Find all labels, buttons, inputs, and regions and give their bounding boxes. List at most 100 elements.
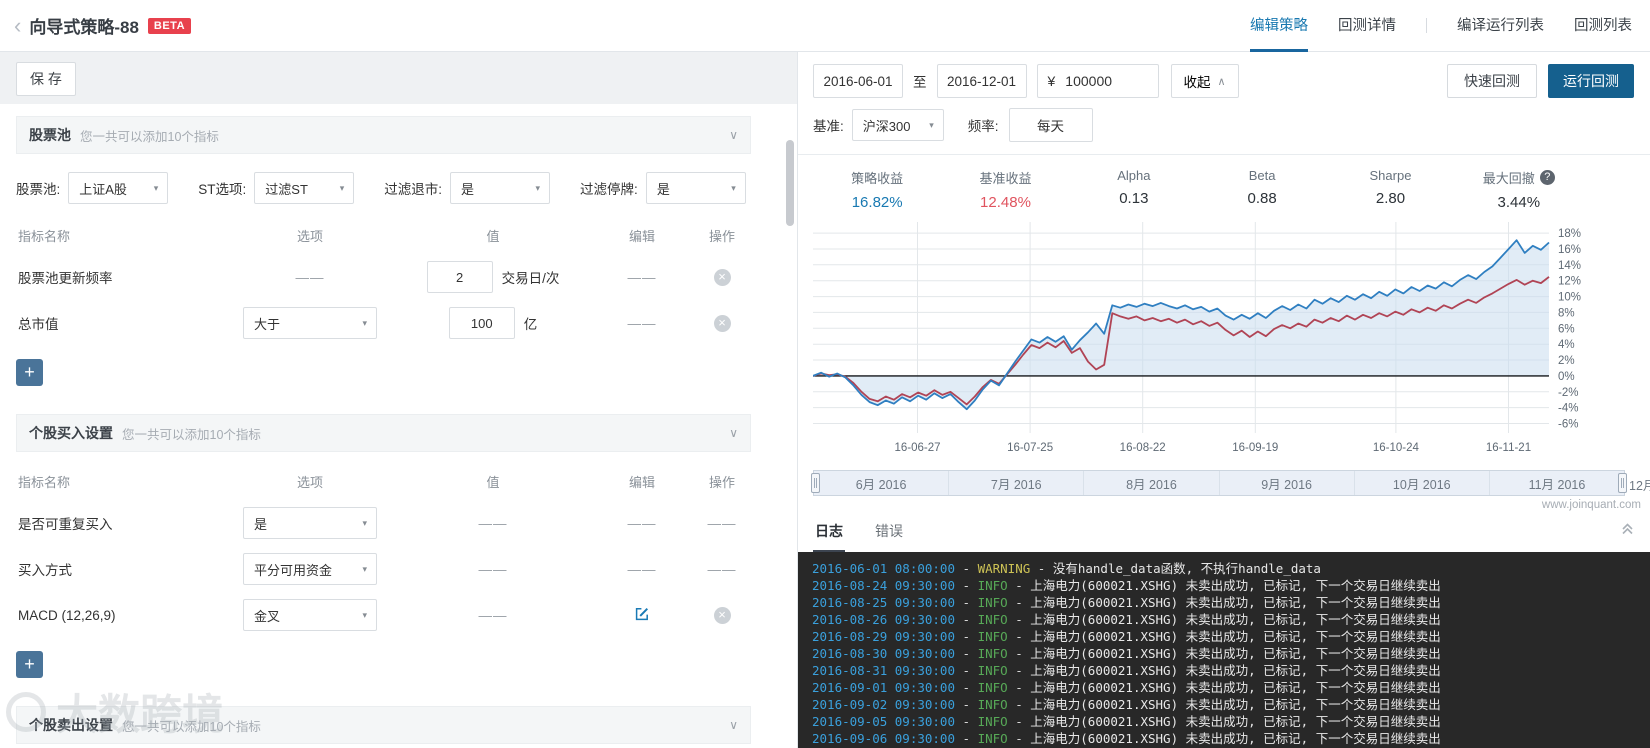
chevron-down-icon[interactable]: ∨ bbox=[729, 128, 738, 142]
log-separator: - bbox=[1007, 595, 1031, 610]
filter-select-1[interactable]: 上证A股 ▾ bbox=[68, 172, 169, 204]
collapse-label: 收起 bbox=[1183, 75, 1211, 90]
tab-1[interactable]: 编辑策略 bbox=[1250, 0, 1308, 52]
dash-text: —— bbox=[627, 269, 657, 285]
option-select[interactable]: 金叉 ▾ bbox=[243, 599, 377, 631]
metric-label: Beta bbox=[1248, 168, 1276, 183]
benchmark-value: 沪深300 bbox=[862, 118, 911, 134]
table-header-cell: 选项 bbox=[296, 229, 323, 244]
navigator-right-handle[interactable] bbox=[1618, 473, 1627, 493]
log-line: 2016-08-25 09:30:00 - INFO - 上海电力(600021… bbox=[812, 594, 1650, 611]
run-backtest-button[interactable]: 运行回测 bbox=[1548, 64, 1634, 98]
filter-select-3[interactable]: 是 ▾ bbox=[450, 172, 551, 204]
log-level: INFO bbox=[977, 612, 1008, 627]
navigator-month-2[interactable]: 7月 2016 bbox=[949, 471, 1085, 495]
tab-3[interactable]: 编译运行列表 bbox=[1457, 0, 1544, 52]
log-separator: - bbox=[1007, 646, 1031, 661]
svg-text:14%: 14% bbox=[1558, 260, 1581, 272]
filter-group-4: 过滤停牌: 是 ▾ bbox=[580, 172, 746, 204]
value-input[interactable] bbox=[426, 261, 493, 293]
option-select-value: 平分可用资金 bbox=[254, 562, 333, 578]
tab-4[interactable]: 回测列表 bbox=[1574, 0, 1632, 52]
benchmark-select[interactable]: 沪深300 ▾ bbox=[851, 109, 944, 141]
quick-backtest-button[interactable]: 快速回测 bbox=[1447, 64, 1537, 98]
filter-group-2: ST选项: 过滤ST ▾ bbox=[198, 172, 355, 204]
chart-area: 16-06-27 16-07-25 16-08-22 16-09-19 16-10-24… bbox=[812, 217, 1650, 464]
svg-text:10%: 10% bbox=[1558, 292, 1581, 304]
option-select[interactable]: 大于 ▾ bbox=[243, 307, 377, 339]
left-toolbar: 保 存 bbox=[0, 52, 797, 104]
remove-icon[interactable]: × bbox=[713, 268, 731, 286]
left-panel-scrollbar[interactable] bbox=[786, 140, 794, 226]
tabs-divider bbox=[1426, 18, 1427, 33]
main-layout: 保 存 股票池 您一共可以添加10个指标 ∨ 股票池: 上证A股 ▾ ST选项: 过滤S… bbox=[0, 52, 1650, 748]
option-select[interactable]: 平分可用资金 ▾ bbox=[243, 553, 377, 585]
navigator-month-3[interactable]: 8月 2016 bbox=[1084, 471, 1220, 495]
section-title: 个股买入设置 bbox=[29, 425, 113, 441]
log-message: 上海电力(600021.XSHG) 未卖出成功, 已标记, 下一个交易日继续卖出 bbox=[1030, 731, 1441, 746]
chevron-down-icon[interactable]: ∨ bbox=[729, 718, 738, 732]
remove-icon[interactable]: × bbox=[713, 314, 731, 332]
svg-text:16-09-19: 16-09-19 bbox=[1232, 442, 1278, 454]
filter-select-4[interactable]: 是 ▾ bbox=[645, 172, 746, 204]
tab-2[interactable]: 回测详情 bbox=[1338, 0, 1396, 52]
filter-select-2[interactable]: 过滤ST ▾ bbox=[254, 172, 355, 204]
svg-text:16-11-21: 16-11-21 bbox=[1486, 442, 1531, 454]
frequency-field[interactable]: 每天 bbox=[1008, 108, 1093, 142]
filter-label: 过滤退市: bbox=[384, 182, 443, 197]
initial-capital-input[interactable]: ¥ 100000 bbox=[1036, 64, 1159, 98]
table-header-cell: 值 bbox=[486, 475, 500, 490]
add-indicator-button[interactable]: + bbox=[16, 359, 43, 386]
log-terminal[interactable]: 2016-06-01 08:00:00 - WARNING - 没有handle… bbox=[798, 552, 1650, 748]
collapse-button[interactable]: 收起 ∧ bbox=[1170, 64, 1239, 98]
log-tab-1[interactable]: 日志 bbox=[813, 517, 845, 552]
indicator-name: 买入方式 bbox=[18, 563, 72, 578]
svg-text:16%: 16% bbox=[1558, 244, 1581, 256]
log-line: 2016-09-06 09:30:00 - INFO - 上海电力(600021… bbox=[812, 730, 1650, 747]
end-date-input[interactable] bbox=[936, 64, 1027, 98]
log-separator: - bbox=[955, 663, 978, 678]
caret-down-icon: ▾ bbox=[339, 182, 345, 193]
capital-value: 100000 bbox=[1065, 73, 1113, 89]
edit-icon[interactable] bbox=[634, 606, 650, 622]
back-icon[interactable]: ‹ bbox=[14, 14, 21, 37]
backtest-controls-row1: 至 ¥ 100000 收起 ∧ 快速回测 运行回测 bbox=[813, 64, 1634, 98]
log-tab-2[interactable]: 错误 bbox=[873, 517, 905, 552]
value-inner: 交易日/次 bbox=[396, 261, 590, 293]
navigator-area: 6月 2016 7月 2016 8月 2016 9月 2016 10月 2016 11月 … bbox=[811, 470, 1650, 496]
caret-down-icon: ▾ bbox=[362, 563, 367, 574]
value-input[interactable] bbox=[448, 307, 515, 339]
log-level: INFO bbox=[977, 680, 1008, 695]
remove-icon[interactable]: × bbox=[713, 606, 731, 624]
caret-down-icon: ▾ bbox=[362, 517, 367, 528]
filter-group-3: 过滤退市: 是 ▾ bbox=[384, 172, 551, 204]
help-icon[interactable]: ? bbox=[1539, 170, 1555, 185]
navigator-month-4[interactable]: 9月 2016 bbox=[1220, 471, 1355, 495]
navigator[interactable]: 6月 2016 7月 2016 8月 2016 9月 2016 10月 2016 11月 … bbox=[813, 470, 1625, 496]
navigator-month-6[interactable]: 11月 2016 bbox=[1490, 471, 1624, 495]
chevrons-up-icon[interactable] bbox=[1620, 521, 1635, 536]
table-header-cell: 选项 bbox=[296, 475, 323, 490]
start-date-input[interactable] bbox=[813, 64, 903, 98]
section-header-sell[interactable]: 个股卖出设置 您一共可以添加10个指标 ∨ bbox=[16, 706, 751, 744]
add-indicator-button[interactable]: + bbox=[16, 651, 43, 678]
filter-label: ST选项: bbox=[198, 182, 247, 197]
svg-text:16-07-25: 16-07-25 bbox=[1007, 442, 1053, 454]
navigator-left-handle[interactable] bbox=[811, 473, 820, 493]
chevron-down-icon[interactable]: ∨ bbox=[729, 426, 738, 440]
value-cell: —— bbox=[396, 608, 590, 623]
log-separator: - bbox=[1007, 714, 1031, 729]
option-cell: 平分可用资金 ▾ bbox=[224, 553, 396, 585]
log-line: 2016-09-05 09:30:00 - INFO - 上海电力(600021… bbox=[812, 713, 1650, 730]
log-lines: 2016-06-01 08:00:00 - WARNING - 没有handle… bbox=[812, 560, 1650, 747]
dash-text: —— bbox=[478, 607, 508, 623]
section-header-buy[interactable]: 个股买入设置 您一共可以添加10个指标 ∨ bbox=[16, 414, 751, 452]
log-level: INFO bbox=[977, 646, 1008, 661]
option-select[interactable]: 是 ▾ bbox=[243, 507, 377, 539]
log-timestamp: 2016-06-01 08:00:00 bbox=[812, 561, 955, 576]
navigator-month-5[interactable]: 10月 2016 bbox=[1355, 471, 1490, 495]
section-header-stock-pool[interactable]: 股票池 您一共可以添加10个指标 ∨ bbox=[16, 116, 751, 154]
navigator-month-1[interactable]: 6月 2016 bbox=[814, 471, 950, 495]
save-button[interactable]: 保 存 bbox=[16, 62, 76, 96]
value-cell: —— bbox=[396, 562, 590, 577]
